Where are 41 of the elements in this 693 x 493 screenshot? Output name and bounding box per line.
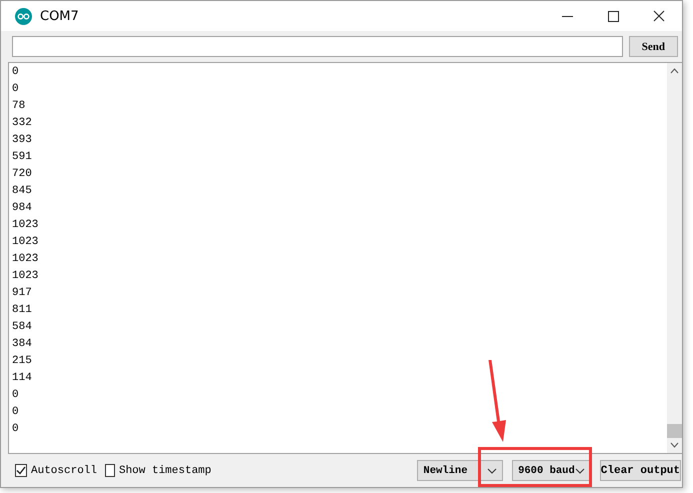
scrollbar-thumb[interactable] <box>667 424 682 438</box>
close-icon[interactable] <box>653 10 665 22</box>
output-line: 917 <box>12 286 33 301</box>
scroll-up-icon[interactable] <box>670 68 679 74</box>
line-ending-dropdown[interactable]: Newline <box>417 460 504 481</box>
output-line: 720 <box>12 167 33 182</box>
output-line: 845 <box>12 184 33 199</box>
output-line: 78 <box>12 99 26 114</box>
scrollbar[interactable] <box>667 63 682 453</box>
output-line: 1023 <box>12 252 40 267</box>
app-logo-icon <box>15 8 32 24</box>
caret-icon <box>574 468 585 474</box>
output-line: 0 <box>12 405 20 420</box>
output-line: 1023 <box>12 235 40 250</box>
window-title: COM7 <box>40 8 80 24</box>
autoscroll-label: Autoscroll <box>31 464 98 476</box>
output-line: 215 <box>12 354 33 369</box>
output-line: 0 <box>12 65 20 80</box>
baud-rate-dropdown[interactable]: 9600 baud <box>512 460 591 481</box>
caret-icon <box>487 468 498 474</box>
output-line: 332 <box>12 116 33 131</box>
output-line: 0 <box>12 422 20 437</box>
output-line: 0 <box>12 82 20 97</box>
output-line: 1023 <box>12 218 40 233</box>
checkbox[interactable] <box>105 464 115 477</box>
output-line: 811 <box>12 303 33 318</box>
output-line: 0 <box>12 388 20 403</box>
output-line: 591 <box>12 150 33 165</box>
output-line: 584 <box>12 320 33 335</box>
send-button[interactable]: Send <box>628 36 678 57</box>
output-line: 984 <box>12 201 33 216</box>
output-line: 1023 <box>12 269 40 284</box>
scroll-down-icon[interactable] <box>670 442 679 448</box>
output-line: 384 <box>12 337 33 352</box>
timestamp-label: Show timestamp <box>118 464 212 476</box>
maximize-icon[interactable] <box>608 10 618 22</box>
output-line: 114 <box>12 371 33 386</box>
checkbox[interactable] <box>15 464 27 477</box>
output-line: 393 <box>12 133 33 148</box>
input-field[interactable] <box>12 36 623 57</box>
clear-output-button[interactable]: Clear output <box>600 460 681 481</box>
